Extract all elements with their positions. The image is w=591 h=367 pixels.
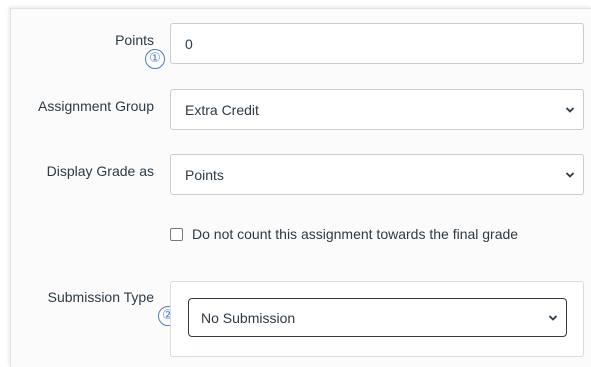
points-value: 0 xyxy=(185,35,193,52)
display-grade-label: Display Grade as xyxy=(46,163,154,179)
display-grade-select[interactable]: Points xyxy=(170,154,584,195)
display-grade-value: Points xyxy=(185,166,224,183)
assignment-group-select[interactable]: Extra Credit xyxy=(170,89,584,130)
submission-type-label: Submission Type xyxy=(47,289,154,305)
points-label: Points xyxy=(115,32,154,48)
exclude-final-grade-checkbox[interactable] xyxy=(170,227,183,241)
assignment-group-label: Assignment Group xyxy=(38,98,154,114)
submission-type-select[interactable]: No Submission xyxy=(188,298,567,337)
step-marker-1: ① xyxy=(145,49,165,69)
chevron-down-icon xyxy=(548,314,558,321)
submission-type-value: No Submission xyxy=(201,309,296,326)
exclude-final-grade-row[interactable]: Do not count this assignment towards the… xyxy=(170,226,518,242)
chevron-down-icon xyxy=(565,171,575,178)
exclude-final-grade-label: Do not count this assignment towards the… xyxy=(192,226,519,242)
assignment-group-value: Extra Credit xyxy=(185,101,259,118)
chevron-down-icon xyxy=(565,106,575,113)
points-input[interactable]: 0 xyxy=(170,23,584,64)
